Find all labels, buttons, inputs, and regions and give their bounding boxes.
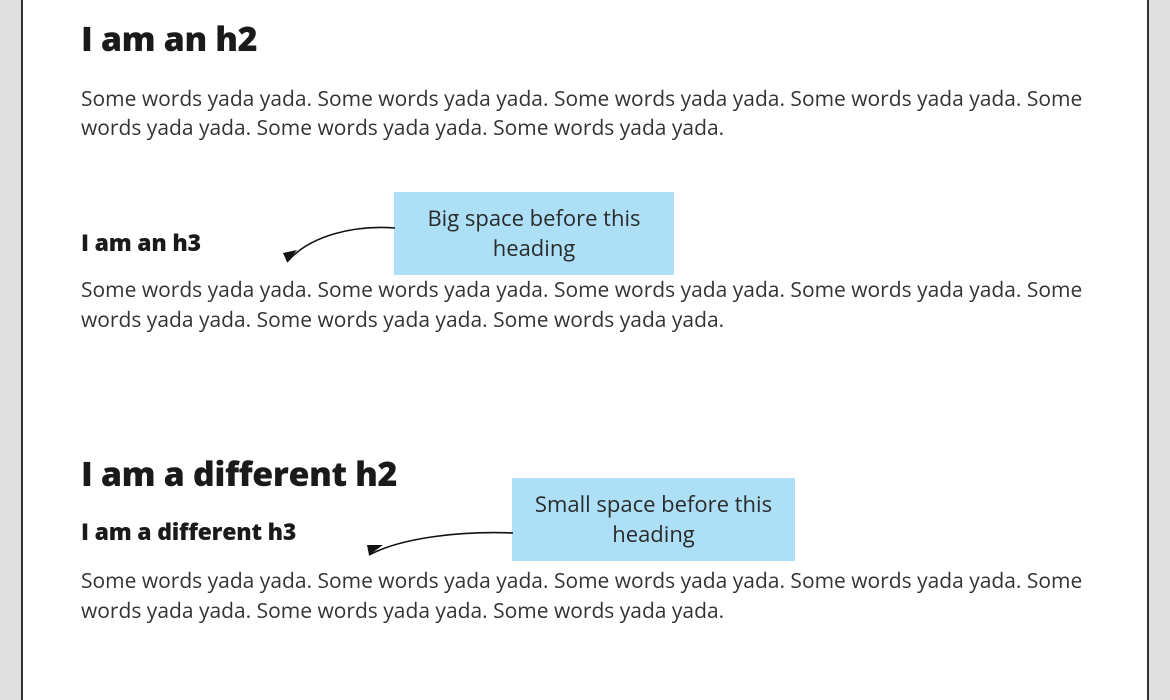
paragraph-2: Some words yada yada. Some words yada ya…	[81, 276, 1089, 335]
heading-h2-1: I am an h2	[81, 18, 1089, 59]
paragraph-3: Some words yada yada. Some words yada ya…	[81, 567, 1089, 626]
annotation-callout-1: Big space before this heading	[394, 192, 674, 275]
page: I am an h2 Some words yada yada. Some wo…	[21, 0, 1149, 700]
annotation-callout-2: Small space before this heading	[512, 478, 795, 561]
paragraph-1: Some words yada yada. Some words yada ya…	[81, 85, 1089, 144]
